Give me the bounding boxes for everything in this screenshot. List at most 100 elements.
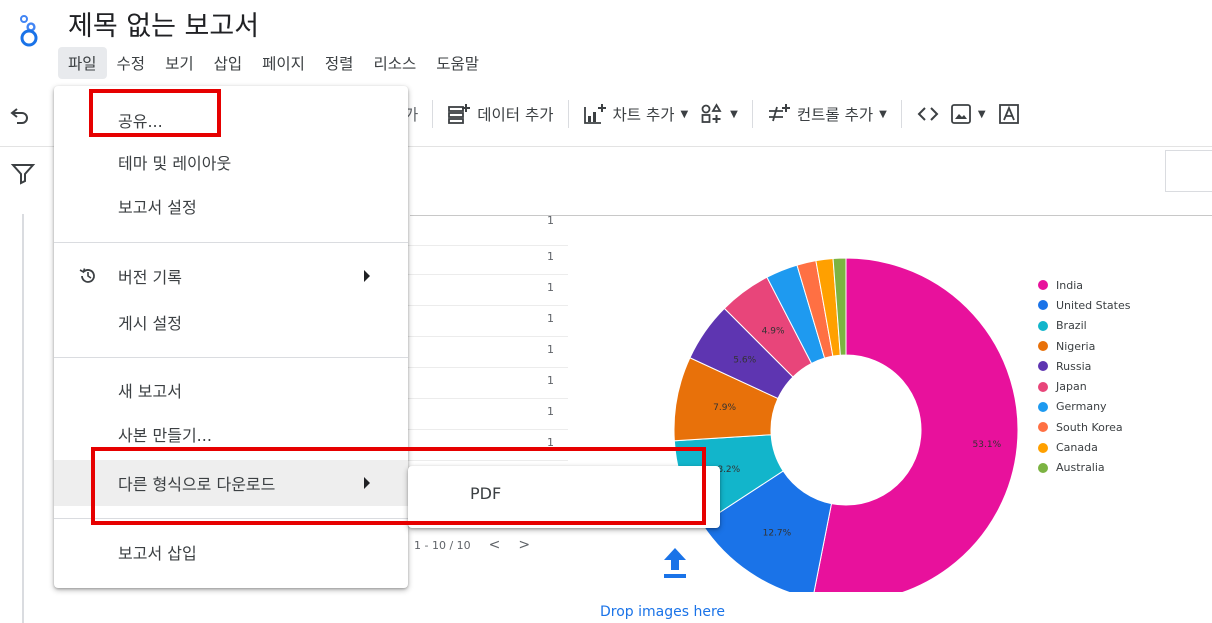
filter-icon[interactable]	[10, 160, 36, 186]
menu-insert[interactable]: 삽입	[204, 47, 253, 79]
menu-item-label: 보고서 설정	[118, 198, 197, 217]
menu-item-report-settings[interactable]: 보고서 설정	[54, 186, 408, 226]
table-cell: 1	[547, 250, 554, 263]
menu-edit[interactable]: 수정	[107, 47, 156, 79]
menu-item-label: 게시 설정	[118, 314, 182, 333]
legend-item[interactable]: Canada	[1038, 437, 1131, 457]
menu-resource[interactable]: 리소스	[363, 47, 426, 79]
legend-item[interactable]: Russia	[1038, 356, 1131, 376]
legend-swatch	[1038, 401, 1048, 412]
next-page-button[interactable]: >	[518, 537, 530, 553]
menu-item-label: 보고서 삽입	[118, 544, 197, 563]
code-embed-icon	[917, 107, 939, 121]
image-button[interactable]: ▼	[950, 103, 986, 125]
legend-swatch	[1038, 422, 1048, 433]
table-cell: 1	[547, 214, 554, 227]
legend-item[interactable]: Japan	[1038, 376, 1131, 396]
community-viz-button[interactable]: ▼	[700, 103, 738, 125]
code-embed-button[interactable]	[916, 103, 940, 125]
legend-label: United States	[1056, 298, 1131, 312]
legend-swatch	[1038, 381, 1048, 392]
legend-label: Brazil	[1056, 319, 1087, 333]
menu-arrange[interactable]: 정렬	[315, 47, 364, 79]
prev-page-button[interactable]: <	[489, 537, 501, 553]
donut-data-label: 53.1%	[973, 440, 1002, 450]
menu-item-publish-settings[interactable]: 게시 설정	[54, 302, 408, 342]
table-row: 1	[408, 274, 568, 306]
menu-bar: 파일 수정 보기 삽입 페이지 정렬 리소스 도움말	[58, 46, 489, 80]
legend-swatch	[1038, 442, 1048, 453]
legend-item[interactable]: South Korea	[1038, 417, 1131, 437]
table-row: 1	[408, 243, 568, 275]
table-cell: 1	[547, 343, 554, 356]
drop-images-hint[interactable]: Drop images here	[600, 604, 725, 620]
share-highlight-box	[89, 89, 221, 137]
legend-item[interactable]: India	[1038, 275, 1131, 295]
legend-item[interactable]: Australia	[1038, 458, 1131, 478]
chevron-down-icon: ▼	[879, 108, 887, 120]
upload-arrow-icon[interactable]	[660, 544, 690, 580]
donut-data-label: 8.2%	[717, 465, 740, 475]
legend-label: Nigeria	[1056, 339, 1096, 353]
table-cell: 1	[547, 374, 554, 387]
toolbar-divider	[751, 100, 753, 128]
add-control-icon	[768, 104, 790, 122]
menu-item-label: 새 보고서	[118, 382, 182, 401]
table-cell: 1	[547, 281, 554, 294]
looker-studio-logo-icon[interactable]	[16, 14, 42, 48]
legend-label: Australia	[1056, 461, 1105, 475]
table-cell: 1	[547, 312, 554, 325]
add-data-button[interactable]: 데이터 추가	[447, 103, 554, 125]
legend-label: India	[1056, 278, 1083, 292]
legend-swatch	[1038, 341, 1048, 352]
donut-chart[interactable]: 53.1% 12.7% 8.2% 7.9% 5.6% 4.9%	[666, 212, 1026, 592]
legend-swatch	[1038, 361, 1048, 372]
menu-view[interactable]: 보기	[155, 47, 204, 79]
menu-item-label: 버전 기록	[118, 268, 182, 287]
submenu-arrow-icon	[364, 270, 370, 282]
pagination-label: 1 - 10 / 10	[414, 538, 471, 552]
chevron-down-icon: ▼	[680, 108, 689, 120]
menu-help[interactable]: 도움말	[426, 47, 489, 79]
community-viz-icon	[701, 103, 722, 123]
legend-item[interactable]: Nigeria	[1038, 336, 1131, 356]
page-guide	[22, 214, 24, 623]
menu-file[interactable]: 파일	[58, 47, 107, 79]
legend-label: South Korea	[1056, 420, 1123, 434]
table-row: 1	[408, 367, 568, 399]
menu-item-label: 테마 및 레이아웃	[118, 154, 232, 173]
undo-icon[interactable]	[8, 102, 32, 126]
toolbar: 가 데이터 추가 차트 추가 ▼ ▼ 컨트롤 추가 ▼ ▼	[404, 94, 1212, 134]
legend-label: Russia	[1056, 359, 1092, 373]
table-row: 1	[408, 305, 568, 337]
table-cell: 1	[547, 405, 554, 418]
menu-item-theme-layout[interactable]: 테마 및 레이아웃	[54, 142, 408, 182]
add-control-button[interactable]: 컨트롤 추가 ▼	[767, 103, 887, 125]
donut-data-label: 12.7%	[763, 528, 792, 538]
menu-page[interactable]: 페이지	[252, 47, 315, 79]
menu-item-label: 사본 만들기...	[118, 426, 212, 445]
add-control-label: 컨트롤 추가	[796, 106, 874, 124]
toolbar-divider	[900, 100, 902, 128]
add-data-label: 데이터 추가	[477, 106, 554, 124]
legend-item[interactable]: Brazil	[1038, 316, 1131, 336]
menu-item-new-report[interactable]: 새 보고서	[54, 370, 408, 410]
add-chart-button[interactable]: 차트 추가 ▼	[583, 103, 689, 125]
menu-item-embed-report[interactable]: 보고서 삽입	[54, 532, 408, 572]
legend-label: Germany	[1056, 400, 1107, 414]
add-chart-label: 차트 추가	[612, 106, 675, 124]
table-pagination: 1 - 10 / 10 < >	[414, 537, 530, 553]
legend-swatch	[1038, 300, 1048, 311]
menu-item-version-history[interactable]: 버전 기록	[54, 256, 408, 296]
legend-item[interactable]: Germany	[1038, 397, 1131, 417]
donut-data-label: 5.6%	[733, 355, 756, 365]
menu-divider	[54, 357, 408, 358]
table-row: 1	[408, 398, 568, 430]
report-title[interactable]: 제목 없는 보고서	[68, 4, 259, 43]
canvas-edge	[1165, 150, 1212, 192]
text-button[interactable]	[998, 103, 1020, 125]
legend-item[interactable]: United States	[1038, 295, 1131, 315]
donut-data-label: 7.9%	[713, 403, 736, 413]
chevron-down-icon: ▼	[730, 108, 738, 120]
donut-data-label: 4.9%	[762, 326, 785, 336]
